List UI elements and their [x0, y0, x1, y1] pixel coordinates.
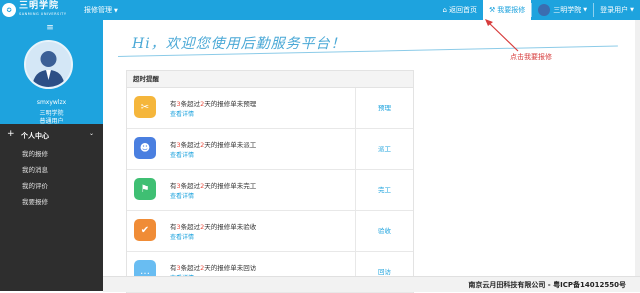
wrench-icon: ⚒	[489, 6, 496, 14]
section-label: 个人中心	[21, 132, 49, 140]
row-message: 有3条超过2天的报修单未完工	[170, 182, 257, 190]
school-account-label: 三明学院	[553, 6, 582, 14]
top-right-nav: ⌂ 返回首页 ⚒ 我要报修 三明学院 ▼ 登录用户 ▼	[437, 0, 640, 20]
annotation-arrow-icon	[485, 19, 519, 52]
sidebar: ≡ smxywlzx 三明学院 普通用户 + 个人中心 ⌄ 我的报修 我的消息 …	[0, 20, 103, 291]
sidebar-menu: 我的报修 我的消息 我的评价 我要报修	[0, 146, 103, 210]
row-message: 有3条超过2天的报修单未回访	[170, 264, 257, 272]
view-details-link[interactable]: 查看详情	[170, 191, 194, 200]
preprocess-button[interactable]: 预理	[356, 88, 413, 128]
view-details-link[interactable]: 查看详情	[170, 109, 194, 118]
row-message: 有3条超过2天的报修单未验收	[170, 223, 257, 231]
chevron-down-icon: ⌄	[88, 130, 94, 137]
list-item: ✂ 有3条超过2天的报修单未预理 查看详情 预理	[127, 88, 413, 129]
top-nav-bar: ✪ 三明学院 SANMING UNIVERSITY 报修管理 ▼ ⌂ 返回首页 ⚒…	[0, 0, 640, 20]
login-user-menu[interactable]: 登录用户 ▼	[594, 0, 640, 20]
list-item: ☻ 有3条超过2天的报修单未派工 查看详情 派工	[127, 129, 413, 170]
personal-center-section[interactable]: + 个人中心 ⌄	[0, 126, 103, 146]
user-avatar	[24, 40, 73, 89]
footer-copyright: 南京云月田科技有限公司 - 粤ICP备14012550号	[468, 281, 626, 289]
plus-icon: +	[7, 129, 15, 139]
report-repair-link[interactable]: ⚒ 我要报修	[483, 0, 532, 20]
logo-subtext: SANMING UNIVERSITY	[19, 12, 67, 16]
view-details-link[interactable]: 查看详情	[170, 232, 194, 241]
sidebar-item-my-messages[interactable]: 我的消息	[0, 162, 103, 178]
check-doc-icon: ✔	[134, 219, 156, 241]
footer: 南京云月田科技有限公司 - 粤ICP备14012550号	[103, 276, 640, 292]
welcome-banner: Hi，欢迎您使用后勤服务平台！	[132, 36, 346, 52]
avatar	[538, 4, 551, 16]
flag-icon: ⚑	[134, 178, 156, 200]
school-logo[interactable]: ✪ 三明学院 SANMING UNIVERSITY	[2, 1, 67, 19]
dispatch-button[interactable]: 派工	[356, 129, 413, 169]
repair-management-label: 报修管理	[84, 6, 112, 14]
chevron-down-icon: ▼	[114, 8, 118, 14]
login-user-label: 登录用户	[600, 6, 629, 14]
sidebar-item-my-reviews[interactable]: 我的评价	[0, 178, 103, 194]
chevron-down-icon: ▼	[583, 7, 588, 13]
overdue-reminder-panel: 超时提醒 ✂ 有3条超过2天的报修单未预理 查看详情 预理 ☻ 有3条超过2天的…	[126, 70, 414, 293]
sidebar-profile: ≡ smxywlzx 三明学院 普通用户	[0, 20, 103, 125]
view-details-link[interactable]: 查看详情	[170, 150, 194, 159]
chevron-down-icon: ▼	[630, 7, 634, 13]
home-icon: ⌂	[442, 6, 447, 14]
school-seal-icon: ✪	[2, 3, 16, 17]
home-link-label: 返回首页	[449, 6, 477, 14]
sidebar-item-my-repairs[interactable]: 我的报修	[0, 146, 103, 162]
wrench-icon: ✂	[134, 96, 156, 118]
accept-button[interactable]: 验收	[356, 211, 413, 251]
list-item: ⚑ 有3条超过2天的报修单未完工 查看详情 完工	[127, 170, 413, 211]
worker-icon: ☻	[134, 137, 156, 159]
annotation-text: 点击我要报修	[510, 53, 552, 61]
complete-button[interactable]: 完工	[356, 170, 413, 210]
menu-toggle-icon[interactable]: ≡	[45, 24, 55, 33]
user-role: 普通用户	[39, 118, 64, 125]
school-account-menu[interactable]: 三明学院 ▼	[532, 0, 593, 20]
report-repair-label: 我要报修	[497, 6, 526, 14]
sidebar-item-report-repair[interactable]: 我要报修	[0, 194, 103, 210]
home-link[interactable]: ⌂ 返回首页	[437, 0, 483, 20]
page-scrollbar[interactable]	[635, 20, 640, 276]
panel-title: 超时提醒	[127, 71, 413, 88]
list-item: ✔ 有3条超过2天的报修单未验收 查看详情 验收	[127, 211, 413, 252]
row-message: 有3条超过2天的报修单未预理	[170, 100, 257, 108]
repair-management-menu[interactable]: 报修管理 ▼	[84, 0, 118, 20]
row-message: 有3条超过2天的报修单未派工	[170, 141, 257, 149]
username: smxywlzx	[36, 99, 67, 106]
logo-text: 三明学院	[19, 1, 60, 11]
